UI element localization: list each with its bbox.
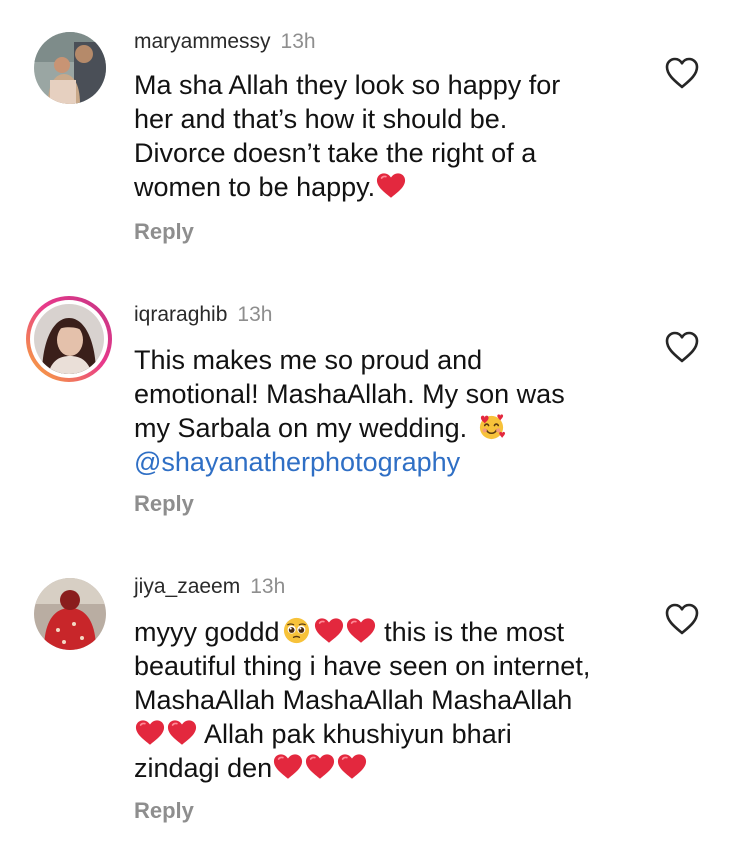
avatar-photo: [34, 32, 106, 104]
red-heart-emoji: [273, 753, 303, 780]
comment-time: 13h: [280, 30, 316, 53]
like-heart-icon[interactable]: [664, 330, 700, 364]
comment-username[interactable]: jiya_zaeem 13h: [134, 575, 285, 599]
red-heart-emoji: [376, 172, 406, 199]
reply-button[interactable]: Reply: [134, 491, 194, 517]
comment-time: 13h: [250, 575, 286, 598]
comment-iqraraghib: iqraraghib 13h This makes me so proud and…: [0, 270, 740, 560]
username-text[interactable]: iqraraghib: [134, 303, 227, 326]
avatar-photo: [34, 304, 104, 374]
comment-text-line: this is the most: [376, 617, 565, 647]
avatar-story-ring[interactable]: [26, 296, 112, 382]
avatar-photo: [34, 578, 106, 650]
comment-text-line: beautiful thing i have seen on internet,: [134, 651, 591, 681]
comment-text: Ma sha Allah they look so happy for her …: [134, 68, 634, 204]
comment-text-line: MashaAllah MashaAllah MashaAllah: [134, 685, 573, 715]
red-heart-emoji: [305, 753, 335, 780]
red-heart-emoji: [337, 753, 367, 780]
comment-username[interactable]: maryammessy 13h: [134, 30, 316, 54]
pleading-face-emoji: [283, 617, 309, 644]
comment-maryammessy: maryammessy 13h Ma sha Allah they look so…: [0, 0, 740, 270]
comment-text: This makes me so proud and emotional! Ma…: [134, 343, 634, 479]
like-heart-icon[interactable]: [664, 56, 700, 90]
red-heart-emoji: [135, 719, 165, 746]
comment-text-line: Allah pak khushiyun bhari: [198, 719, 512, 749]
mention-link[interactable]: @shayanatherphotography: [134, 447, 460, 477]
smiling-face-with-hearts-emoji: [479, 414, 505, 440]
like-heart-icon[interactable]: [664, 602, 700, 636]
reply-button[interactable]: Reply: [134, 798, 194, 824]
comment-text-content: Ma sha Allah they look so happy for her …: [134, 70, 561, 202]
comment-text: myyy goddd this is the most beautiful thi…: [134, 615, 634, 785]
username-text[interactable]: jiya_zaeem: [134, 575, 240, 598]
username-text[interactable]: maryammessy: [134, 30, 271, 53]
avatar[interactable]: [34, 578, 106, 650]
comment-text-line: zindagi den: [134, 753, 273, 783]
reply-button[interactable]: Reply: [134, 219, 194, 245]
red-heart-emoji: [314, 617, 344, 644]
avatar[interactable]: [34, 32, 106, 104]
comment-time: 13h: [237, 303, 273, 326]
red-heart-emoji: [346, 617, 376, 644]
comment-text-line: myyy goddd: [134, 617, 280, 647]
red-heart-emoji: [167, 719, 197, 746]
comment-jiya-zaeem: jiya_zaeem 13h myyy goddd this is the mos…: [0, 560, 740, 848]
avatar: [34, 304, 104, 374]
comment-username[interactable]: iqraraghib 13h: [134, 303, 272, 327]
